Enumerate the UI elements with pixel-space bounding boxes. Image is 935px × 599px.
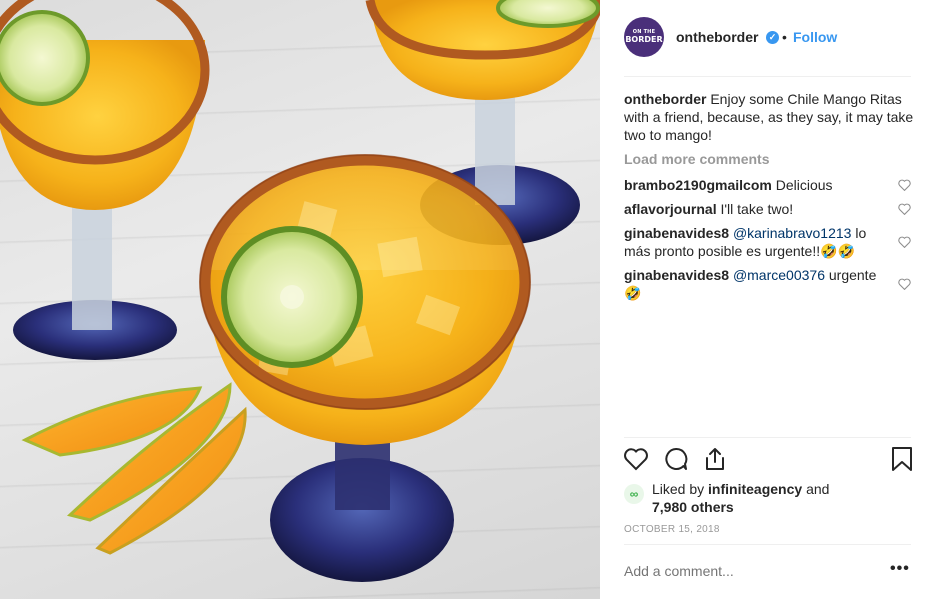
post-caption: ontheborder Enjoy some Chile Mango Ritas… <box>624 90 914 144</box>
comment-item: ginabenavides8 @marce00376 urgente 🤣 <box>624 266 879 302</box>
add-comment-input[interactable] <box>624 563 864 579</box>
infinity-icon[interactable]: ∞ <box>624 484 644 504</box>
comment-item: brambo2190gmailcom Delicious <box>624 176 879 194</box>
comment-divider <box>624 544 911 545</box>
comment-username[interactable]: aflavorjournal <box>624 201 717 217</box>
avatar-text-bottom: BORDER <box>625 35 663 44</box>
share-icon[interactable] <box>702 446 728 472</box>
likes-text: Liked by infiniteagency and 7,980 others <box>652 480 892 516</box>
comment-text: Delicious <box>775 177 833 193</box>
comment-like-heart-icon[interactable] <box>898 179 911 191</box>
follow-button[interactable]: Follow <box>793 29 837 45</box>
header-divider <box>624 76 911 77</box>
comment-like-heart-icon[interactable] <box>898 203 911 215</box>
username-link[interactable]: ontheborder <box>676 29 758 45</box>
caption-username[interactable]: ontheborder <box>624 91 706 107</box>
heart-icon[interactable] <box>623 446 649 472</box>
post-photo[interactable] <box>0 0 600 599</box>
bookmark-icon[interactable] <box>889 446 915 472</box>
post-actions <box>600 446 935 476</box>
liked-by-username[interactable]: infiniteagency <box>708 481 802 497</box>
likes-others-link[interactable]: 7,980 others <box>652 499 734 515</box>
comment-username[interactable]: ginabenavides8 <box>624 267 729 283</box>
comment-item: aflavorjournal I'll take two! <box>624 200 879 218</box>
comment-mention[interactable]: @marce00376 <box>733 267 825 283</box>
comment-mention[interactable]: @karinabravo1213 <box>733 225 852 241</box>
actions-divider <box>624 437 911 438</box>
likes-middle: and <box>806 481 830 497</box>
post-panel: ON THE BORDER ontheborder ✓ • Follow ont… <box>600 0 935 599</box>
comment-like-heart-icon[interactable] <box>898 278 911 290</box>
post-date[interactable]: OCTOBER 15, 2018 <box>624 524 720 535</box>
comment-like-heart-icon[interactable] <box>898 236 911 248</box>
verified-badge-icon: ✓ <box>766 31 779 44</box>
load-more-comments-button[interactable]: Load more comments <box>624 151 769 167</box>
comment-username[interactable]: brambo2190gmailcom <box>624 177 772 193</box>
comment-text: I'll take two! <box>720 201 794 217</box>
comments-section: ontheborder Enjoy some Chile Mango Ritas… <box>624 90 914 144</box>
post-header: ON THE BORDER ontheborder ✓ • Follow <box>600 0 935 76</box>
comment-username[interactable]: ginabenavides8 <box>624 225 729 241</box>
more-options-button[interactable]: ••• <box>890 560 910 578</box>
margarita-photo <box>0 0 600 582</box>
profile-avatar[interactable]: ON THE BORDER <box>624 17 664 57</box>
comment-bubble-icon[interactable] <box>663 446 689 472</box>
separator-dot: • <box>782 29 787 45</box>
comment-item: ginabenavides8 @karinabravo1213 lo más p… <box>624 224 879 260</box>
likes-prefix: Liked by <box>652 481 705 497</box>
